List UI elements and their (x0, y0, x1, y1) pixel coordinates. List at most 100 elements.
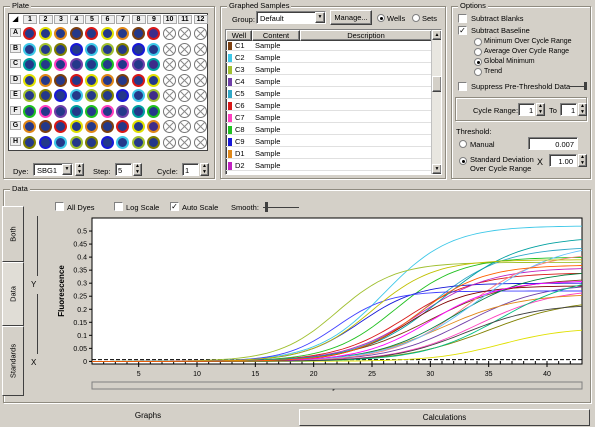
plate-well[interactable] (162, 120, 176, 133)
plate-well[interactable] (23, 104, 36, 118)
tab-calculations[interactable]: Calculations (299, 409, 590, 426)
tab-both[interactable]: Both (2, 206, 24, 262)
dye-spinner[interactable]: ▲ ▼ (75, 163, 84, 176)
plate-well[interactable] (162, 42, 176, 56)
plate-well[interactable] (131, 42, 145, 56)
plate-col-header[interactable]: 5 (85, 15, 99, 24)
plate-row-header[interactable]: C (10, 59, 21, 68)
dropdown-arrow-icon[interactable]: ▼ (315, 12, 325, 23)
plate-col-header[interactable]: 10 (162, 15, 177, 24)
table-row[interactable]: C7 Sample (226, 113, 432, 123)
plate-well[interactable] (54, 27, 67, 40)
plate-col-header[interactable]: 12 (193, 15, 208, 24)
plate-well[interactable] (131, 89, 145, 102)
plate-well[interactable] (193, 58, 207, 71)
header-content[interactable]: Content (252, 30, 300, 41)
plate-col-header[interactable]: 1 (23, 15, 37, 24)
plate-well[interactable] (85, 73, 98, 87)
plate-well[interactable] (162, 89, 176, 102)
cycle-spinner[interactable]: ▲ ▼ (200, 163, 209, 176)
plate-well[interactable] (23, 27, 36, 40)
plate-well[interactable] (85, 58, 98, 71)
table-row[interactable]: C9 Sample (226, 137, 432, 147)
avg-over-range-radio[interactable] (474, 48, 482, 56)
plate-well[interactable] (116, 135, 129, 149)
plate-well[interactable] (147, 89, 160, 102)
trend-radio[interactable] (474, 68, 482, 76)
scroll-up-icon[interactable]: ▲ (432, 30, 441, 40)
plate-well[interactable] (193, 135, 207, 149)
plate-well[interactable] (54, 42, 67, 56)
plate-well[interactable] (162, 27, 176, 40)
plate-row-header[interactable]: A (10, 28, 21, 37)
step-spinner[interactable]: ▲ ▼ (133, 163, 142, 176)
plate-well[interactable] (23, 89, 36, 102)
plate-well[interactable] (38, 42, 52, 56)
plate-well[interactable] (147, 135, 160, 149)
plate-well[interactable] (85, 42, 98, 56)
plate-well[interactable] (69, 135, 83, 149)
table-row[interactable]: D2 Sample (226, 161, 432, 171)
plate-row-header[interactable]: D (10, 74, 21, 84)
plate-well[interactable] (116, 42, 129, 56)
plate-well[interactable] (38, 58, 52, 71)
x-zoom-slider[interactable] (37, 294, 38, 354)
subtract-blanks-checkbox[interactable] (458, 14, 467, 23)
plate-well[interactable] (85, 27, 98, 40)
plate-row-header[interactable]: E (10, 90, 21, 99)
plate-well[interactable] (23, 58, 36, 71)
plate-well[interactable] (116, 27, 129, 40)
plate-well[interactable] (100, 89, 114, 102)
plate-well[interactable] (193, 73, 207, 87)
tab-graphs[interactable]: Graphs (4, 407, 292, 424)
header-well[interactable]: Well (226, 30, 252, 41)
plate-row-header[interactable]: B (10, 43, 21, 53)
header-description[interactable]: Description (300, 30, 432, 41)
table-row[interactable]: C3 Sample (226, 65, 432, 75)
global-min-radio[interactable] (474, 58, 482, 66)
plate-col-header[interactable]: 7 (116, 15, 130, 24)
plate-well[interactable] (131, 104, 145, 118)
plate-well[interactable] (54, 58, 67, 71)
plate-well[interactable] (85, 89, 98, 102)
plate-well[interactable] (178, 104, 191, 118)
plate-well[interactable] (147, 58, 160, 71)
plate-well[interactable] (147, 27, 160, 40)
sets-radio[interactable] (412, 14, 420, 22)
plate-well[interactable] (193, 104, 207, 118)
plate-well[interactable] (23, 120, 36, 133)
plate-col-header[interactable]: 6 (100, 15, 115, 24)
amplification-chart[interactable]: 0 0.05 0.1 0.15 0.2 0.25 0.3 0.35 0.4 0.45 0.5 5 10 1… (52, 214, 589, 399)
plate-well[interactable] (23, 135, 36, 149)
scroll-thumb[interactable] (432, 76, 441, 92)
plate-well[interactable] (147, 104, 160, 118)
cycle-to-spinner[interactable]: ▲ ▼ (578, 103, 587, 116)
plate-well[interactable] (100, 27, 114, 40)
plate-well[interactable] (178, 58, 191, 71)
plate-row-header[interactable]: G (10, 121, 21, 130)
plate-well[interactable] (100, 42, 114, 56)
plate-well[interactable] (38, 27, 52, 40)
plate-well[interactable] (69, 104, 83, 118)
plate-well[interactable] (69, 42, 83, 56)
suppress-checkbox[interactable] (458, 82, 467, 91)
dropdown-arrow-icon[interactable]: ▼ (62, 164, 72, 175)
plate-row-header[interactable]: F (10, 105, 21, 115)
plate-well[interactable] (162, 135, 176, 149)
stddev-radio[interactable] (459, 157, 467, 165)
table-row[interactable]: C8 Sample (226, 125, 432, 135)
plate-well[interactable] (100, 58, 114, 71)
manual-threshold-input[interactable]: 0.007 (528, 137, 578, 150)
table-row[interactable]: C1 Sample (226, 41, 432, 51)
plate-well[interactable] (23, 42, 36, 56)
plate-well[interactable] (54, 89, 67, 102)
smooth-slider-thumb[interactable] (265, 202, 268, 212)
plate-col-header[interactable]: 3 (54, 15, 68, 24)
dye-select[interactable]: SBG1 ▼ (33, 163, 73, 176)
plate-well[interactable] (116, 89, 129, 102)
plate-well[interactable] (100, 135, 114, 149)
group-select[interactable]: Default ▼ (256, 11, 326, 24)
plate-well[interactable] (162, 104, 176, 118)
scroll-down-icon[interactable]: ▼ (432, 164, 441, 174)
plate-well[interactable] (38, 73, 52, 87)
